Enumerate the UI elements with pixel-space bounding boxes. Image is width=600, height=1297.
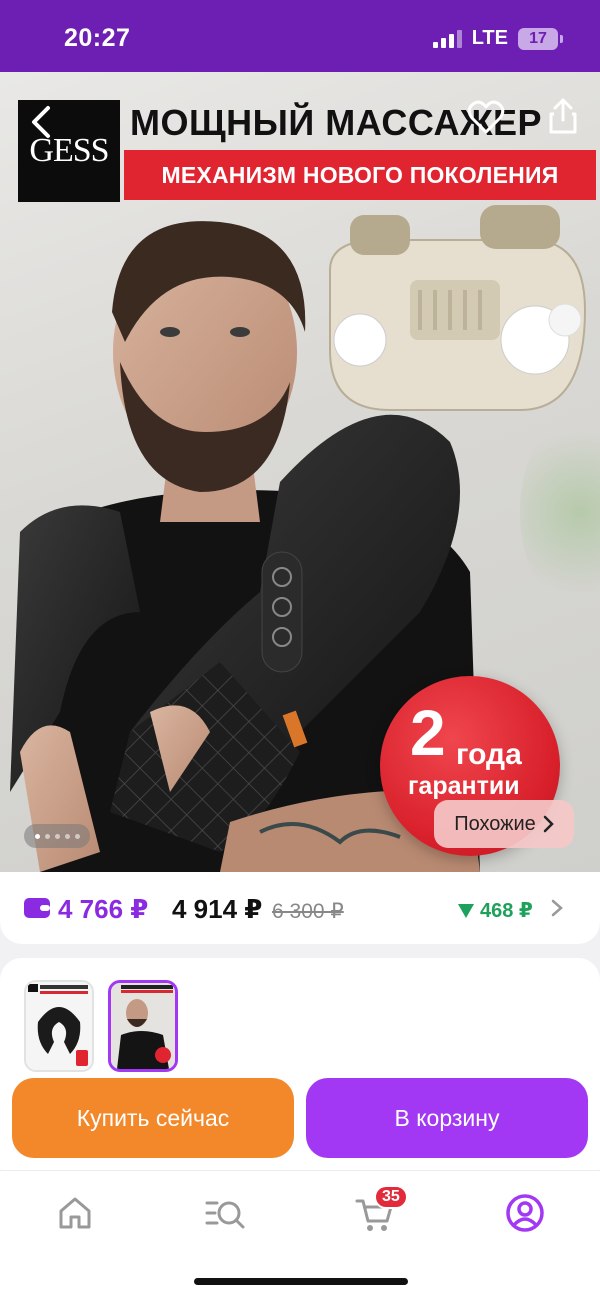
home-icon[interactable]	[53, 1191, 97, 1235]
wallet-icon	[24, 898, 50, 918]
heart-icon[interactable]	[466, 98, 506, 138]
signal-icon	[432, 29, 462, 48]
warranty-word: года	[456, 738, 522, 771]
buy-now-button[interactable]: Купить сейчас	[12, 1078, 294, 1158]
massager-mechanism-image	[329, 205, 587, 411]
chevron-right-icon[interactable]	[550, 898, 564, 918]
cart-count-badge: 35	[374, 1185, 408, 1209]
chevron-right-icon	[543, 815, 554, 833]
price-card[interactable]: 4 766 ₽ 4 914 ₽ 6 300 ₽ 468 ₽	[0, 872, 600, 944]
warranty-number: 2	[410, 697, 446, 769]
carousel-dot	[64, 833, 70, 839]
image-subheadline: МЕХАНИЗМ НОВОГО ПОКОЛЕНИЯ	[124, 150, 596, 200]
battery-icon: 17	[518, 27, 563, 50]
discount-amount: 468 ₽	[458, 898, 533, 923]
down-triangle-icon	[458, 903, 474, 918]
similar-label: Похожие	[454, 812, 536, 835]
status-time: 20:27	[64, 24, 131, 52]
share-icon[interactable]	[546, 96, 580, 136]
back-arrow-icon[interactable]	[24, 102, 64, 142]
wallet-price: 4 766 ₽	[58, 894, 149, 924]
carousel-dot	[54, 833, 60, 839]
carousel-pagination	[24, 824, 90, 848]
current-price: 4 914 ₽	[172, 894, 263, 924]
carousel-dot	[74, 833, 80, 839]
discount-value: 468 ₽	[480, 900, 533, 922]
status-indicators: LTE 17	[432, 27, 563, 50]
old-price: 6 300 ₽	[272, 900, 344, 923]
profile-icon[interactable]	[503, 1191, 547, 1235]
variant-thumbnail[interactable]	[24, 980, 94, 1072]
variant-thumbnail-selected[interactable]	[108, 980, 178, 1072]
carousel-dot	[34, 833, 40, 839]
variant-image	[26, 982, 92, 1070]
warranty-sub: гарантии	[408, 772, 520, 800]
catalog-search-icon[interactable]	[203, 1191, 247, 1235]
home-indicator	[194, 1278, 408, 1285]
add-to-cart-button[interactable]: В корзину	[306, 1078, 588, 1158]
similar-products-button[interactable]: Похожие	[434, 800, 574, 848]
product-image-carousel[interactable]: GESS МОЩНЫЙ МАССАЖЕР МЕХАНИЗМ НОВОГО ПОК…	[0, 72, 600, 872]
network-type: LTE	[471, 27, 508, 49]
status-bar: 20:27 LTE 17	[0, 0, 600, 72]
carousel-dot	[44, 833, 50, 839]
variant-image	[111, 983, 175, 1069]
